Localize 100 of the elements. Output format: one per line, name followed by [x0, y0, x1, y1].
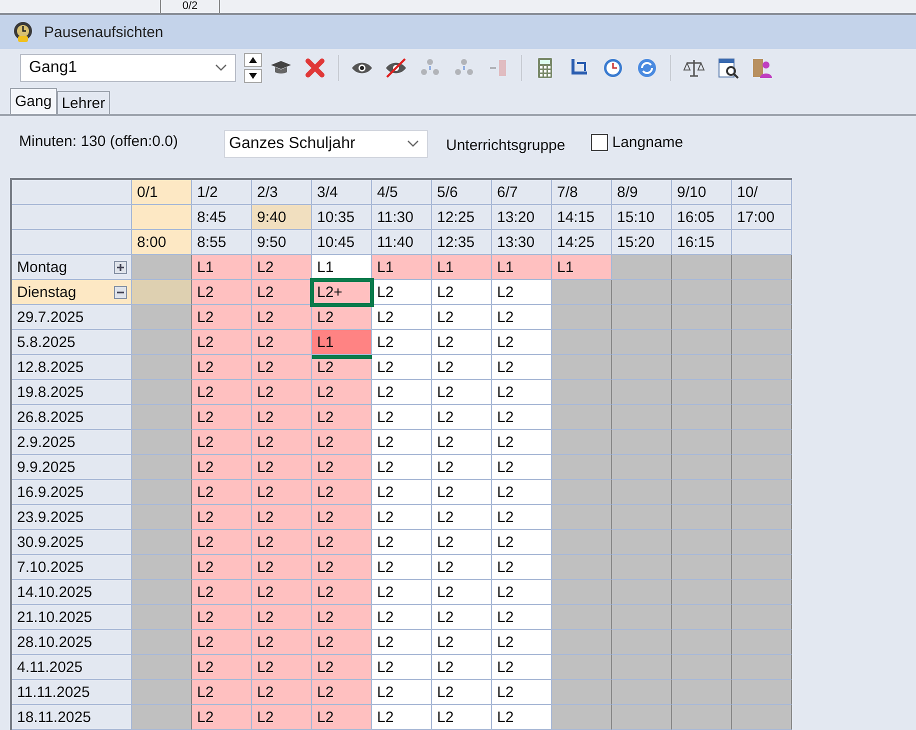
- schedule-cell[interactable]: L2: [372, 530, 432, 555]
- schedule-cell[interactable]: L2: [252, 455, 312, 480]
- schedule-cell[interactable]: L2: [372, 605, 432, 630]
- schedule-cell[interactable]: L2: [492, 580, 552, 605]
- schedule-cell[interactable]: L2: [312, 505, 372, 530]
- schedule-cell[interactable]: L2: [492, 705, 552, 730]
- schedule-cell[interactable]: L2: [252, 505, 312, 530]
- schedule-cell[interactable]: L2: [492, 380, 552, 405]
- schedule-cell[interactable]: L2: [192, 380, 252, 405]
- date-row-header[interactable]: 23.9.2025: [12, 505, 132, 530]
- schedule-cell[interactable]: L2: [312, 455, 372, 480]
- schedule-cell[interactable]: L1: [492, 255, 552, 280]
- date-row-header[interactable]: 16.9.2025: [12, 480, 132, 505]
- schedule-cell[interactable]: L2: [252, 530, 312, 555]
- schedule-cell[interactable]: L2: [432, 580, 492, 605]
- schedule-cell[interactable]: L2: [372, 505, 432, 530]
- schedule-cell[interactable]: L2: [192, 280, 252, 305]
- schedule-cell[interactable]: L1: [192, 255, 252, 280]
- schedule-cell[interactable]: L2: [372, 630, 432, 655]
- schedule-cell[interactable]: L2: [372, 405, 432, 430]
- schedule-cell[interactable]: L2: [372, 555, 432, 580]
- schedule-cell[interactable]: L2: [372, 330, 432, 355]
- schedule-cell[interactable]: L2: [252, 355, 312, 380]
- schedule-cell[interactable]: L2: [252, 305, 312, 330]
- schedule-cell[interactable]: L2: [312, 580, 372, 605]
- schedule-cell[interactable]: L2: [492, 655, 552, 680]
- schedule-cell[interactable]: L2: [252, 405, 312, 430]
- date-row-header[interactable]: 21.10.2025: [12, 605, 132, 630]
- date-row-header[interactable]: 7.10.2025: [12, 555, 132, 580]
- schedule-cell[interactable]: L2: [252, 255, 312, 280]
- date-row-header[interactable]: 19.8.2025: [12, 380, 132, 405]
- schedule-cell[interactable]: L2: [312, 530, 372, 555]
- schedule-cell[interactable]: L2: [372, 380, 432, 405]
- schedule-cell[interactable]: L2: [252, 430, 312, 455]
- schedule-cell[interactable]: L2: [432, 605, 492, 630]
- schedule-cell[interactable]: L2: [192, 405, 252, 430]
- schedule-cell[interactable]: L2: [312, 630, 372, 655]
- schedule-cell[interactable]: L2: [432, 355, 492, 380]
- schedule-cell[interactable]: L2: [252, 580, 312, 605]
- date-row-header[interactable]: 2.9.2025: [12, 430, 132, 455]
- schedule-cell[interactable]: L2: [372, 430, 432, 455]
- schedule-cell[interactable]: L2: [372, 680, 432, 705]
- schedule-cell[interactable]: L2: [492, 405, 552, 430]
- date-row-header[interactable]: 30.9.2025: [12, 530, 132, 555]
- schedule-cell[interactable]: L2: [192, 655, 252, 680]
- date-row-header[interactable]: 14.10.2025: [12, 580, 132, 605]
- schedule-cell[interactable]: L2: [192, 355, 252, 380]
- schedule-cell[interactable]: L2: [492, 480, 552, 505]
- schedule-cell[interactable]: L2: [252, 680, 312, 705]
- schedule-cell[interactable]: L2: [372, 280, 432, 305]
- schedule-cell[interactable]: L2: [192, 555, 252, 580]
- schedule-cell[interactable]: L2: [252, 480, 312, 505]
- tab[interactable]: Gang: [10, 88, 57, 114]
- schedule-cell[interactable]: L2: [252, 380, 312, 405]
- schedule-cell[interactable]: L2: [492, 630, 552, 655]
- schedule-cell[interactable]: L2: [312, 305, 372, 330]
- schedule-cell[interactable]: L2: [312, 480, 372, 505]
- date-row-header[interactable]: 11.11.2025: [12, 680, 132, 705]
- schedule-cell[interactable]: L2: [492, 280, 552, 305]
- schedule-cell[interactable]: L2: [252, 605, 312, 630]
- schedule-cell[interactable]: L2: [192, 605, 252, 630]
- schedule-cell[interactable]: L2: [312, 380, 372, 405]
- schedule-cell[interactable]: L2: [432, 405, 492, 430]
- schedule-cell[interactable]: L2: [252, 705, 312, 730]
- day-row-header[interactable]: Montag: [12, 255, 132, 280]
- date-row-header[interactable]: 12.8.2025: [12, 355, 132, 380]
- schedule-cell[interactable]: L2: [252, 280, 312, 305]
- schedule-cell[interactable]: L2: [252, 330, 312, 355]
- schedule-cell[interactable]: L2: [432, 330, 492, 355]
- schedule-cell[interactable]: L2: [492, 430, 552, 455]
- schedule-cell[interactable]: L2: [432, 380, 492, 405]
- schedule-cell[interactable]: L2: [432, 630, 492, 655]
- schedule-cell[interactable]: L2: [372, 655, 432, 680]
- schedule-cell[interactable]: L2: [432, 705, 492, 730]
- schedule-cell[interactable]: L2: [492, 305, 552, 330]
- schedule-cell[interactable]: L2: [192, 305, 252, 330]
- schedule-cell[interactable]: L2: [372, 580, 432, 605]
- period-dropdown[interactable]: Ganzes Schuljahr: [224, 130, 428, 158]
- schedule-cell[interactable]: L2: [492, 680, 552, 705]
- schedule-cell[interactable]: L2: [432, 655, 492, 680]
- schedule-cell[interactable]: L2: [492, 455, 552, 480]
- schedule-cell[interactable]: L2: [312, 705, 372, 730]
- schedule-cell[interactable]: L2: [432, 680, 492, 705]
- schedule-cell[interactable]: L2: [192, 505, 252, 530]
- schedule-cell[interactable]: L2: [492, 555, 552, 580]
- schedule-cell[interactable]: L2: [372, 455, 432, 480]
- date-row-header[interactable]: 28.10.2025: [12, 630, 132, 655]
- schedule-cell[interactable]: L1: [312, 255, 372, 280]
- schedule-cell[interactable]: L2: [312, 655, 372, 680]
- schedule-cell[interactable]: L2: [192, 705, 252, 730]
- schedule-cell[interactable]: L2: [312, 430, 372, 455]
- schedule-cell[interactable]: L2: [252, 630, 312, 655]
- schedule-cell[interactable]: L2: [492, 605, 552, 630]
- date-row-header[interactable]: 29.7.2025: [12, 305, 132, 330]
- schedule-cell[interactable]: L1: [432, 255, 492, 280]
- tab[interactable]: Lehrer: [56, 91, 110, 114]
- corridor-dropdown[interactable]: Gang1: [20, 54, 236, 82]
- schedule-cell[interactable]: L2: [432, 455, 492, 480]
- schedule-cell[interactable]: L2: [372, 355, 432, 380]
- date-row-header[interactable]: 9.9.2025: [12, 455, 132, 480]
